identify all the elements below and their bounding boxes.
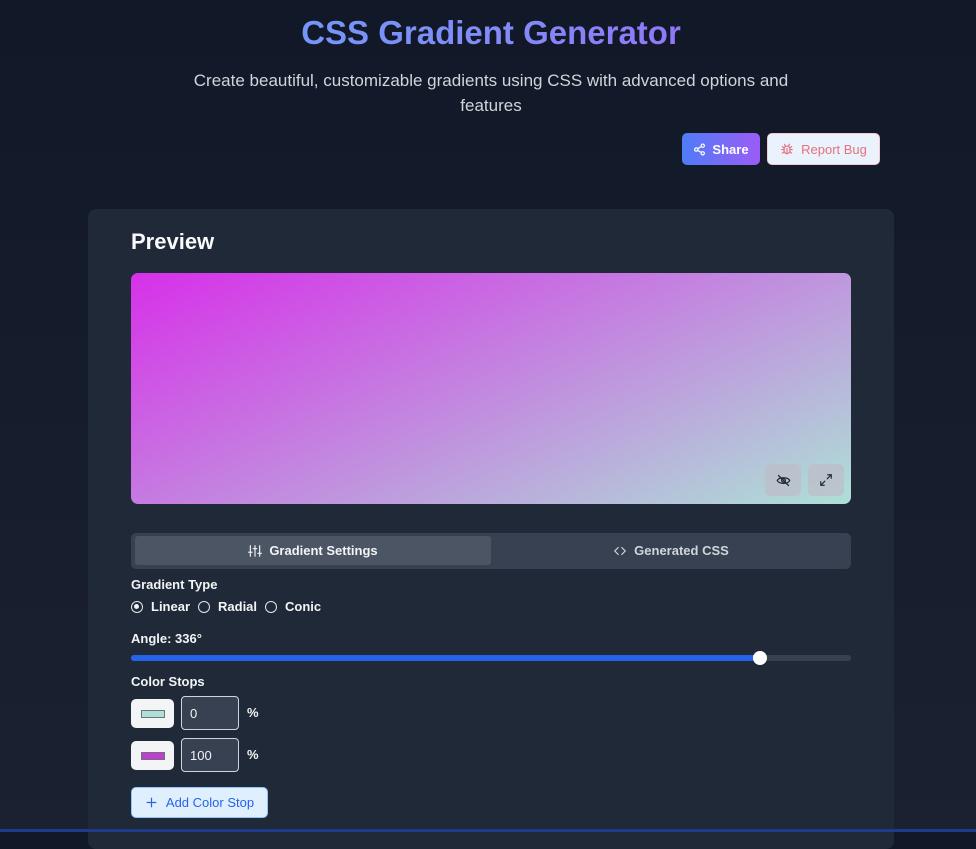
angle-slider[interactable] bbox=[131, 651, 851, 665]
color-stop-swatch-2-chip bbox=[140, 751, 165, 760]
share-button[interactable]: Share bbox=[682, 133, 760, 165]
radio-radial-label: Radial bbox=[218, 599, 258, 614]
gradient-preview bbox=[131, 273, 851, 504]
tab-gradient-settings-label: Gradient Settings bbox=[269, 543, 378, 558]
color-stops-label: Color Stops bbox=[131, 674, 205, 689]
plus-icon bbox=[146, 797, 157, 808]
page-title: CSS Gradient Generator bbox=[0, 14, 976, 52]
radio-radial[interactable] bbox=[198, 600, 211, 613]
color-stop-swatch-1[interactable] bbox=[131, 699, 174, 728]
radio-conic-label: Conic bbox=[285, 599, 322, 614]
color-stop-swatch-1-chip bbox=[140, 709, 165, 718]
preview-title: Preview bbox=[131, 229, 215, 254]
angle-label: Angle: 336° bbox=[131, 631, 202, 646]
sliders-icon bbox=[248, 544, 263, 557]
toggle-visibility-button[interactable] bbox=[765, 464, 801, 496]
bug-icon bbox=[781, 143, 793, 155]
tab-generated-css[interactable]: Generated CSS bbox=[495, 536, 847, 565]
settings-tabs: Gradient Settings Generated CSS bbox=[131, 533, 851, 569]
angle-slider-thumb[interactable] bbox=[753, 651, 767, 665]
gradient-type-group: Linear Radial Conic bbox=[131, 599, 329, 614]
code-icon bbox=[614, 546, 627, 555]
angle-slider-fill bbox=[131, 655, 760, 661]
report-bug-button[interactable]: Report Bug bbox=[767, 133, 880, 165]
gradient-type-label: Gradient Type bbox=[131, 577, 218, 592]
expand-icon bbox=[820, 474, 832, 486]
color-stop-swatch-2[interactable] bbox=[131, 741, 174, 770]
color-stop-position-1[interactable] bbox=[181, 696, 239, 730]
radio-linear-label: Linear bbox=[151, 599, 191, 614]
share-button-label: Share bbox=[712, 141, 749, 157]
color-stop-unit-1: % bbox=[247, 705, 259, 720]
add-color-stop-button[interactable]: Add Color Stop bbox=[131, 787, 268, 818]
fullscreen-button[interactable] bbox=[808, 464, 844, 496]
report-bug-label: Report Bug bbox=[801, 141, 867, 157]
add-color-stop-label: Add Color Stop bbox=[165, 795, 255, 810]
color-stop-unit-2: % bbox=[247, 747, 259, 762]
tab-generated-css-label: Generated CSS bbox=[634, 543, 729, 558]
share-icon bbox=[694, 142, 706, 156]
tab-gradient-settings[interactable]: Gradient Settings bbox=[135, 536, 491, 565]
radio-conic[interactable] bbox=[265, 600, 278, 613]
page-subtitle: Create beautiful, customizable gradients… bbox=[193, 71, 789, 115]
color-stop-position-2[interactable] bbox=[181, 738, 239, 772]
radio-linear[interactable] bbox=[131, 600, 143, 613]
eye-off-icon bbox=[776, 474, 790, 486]
